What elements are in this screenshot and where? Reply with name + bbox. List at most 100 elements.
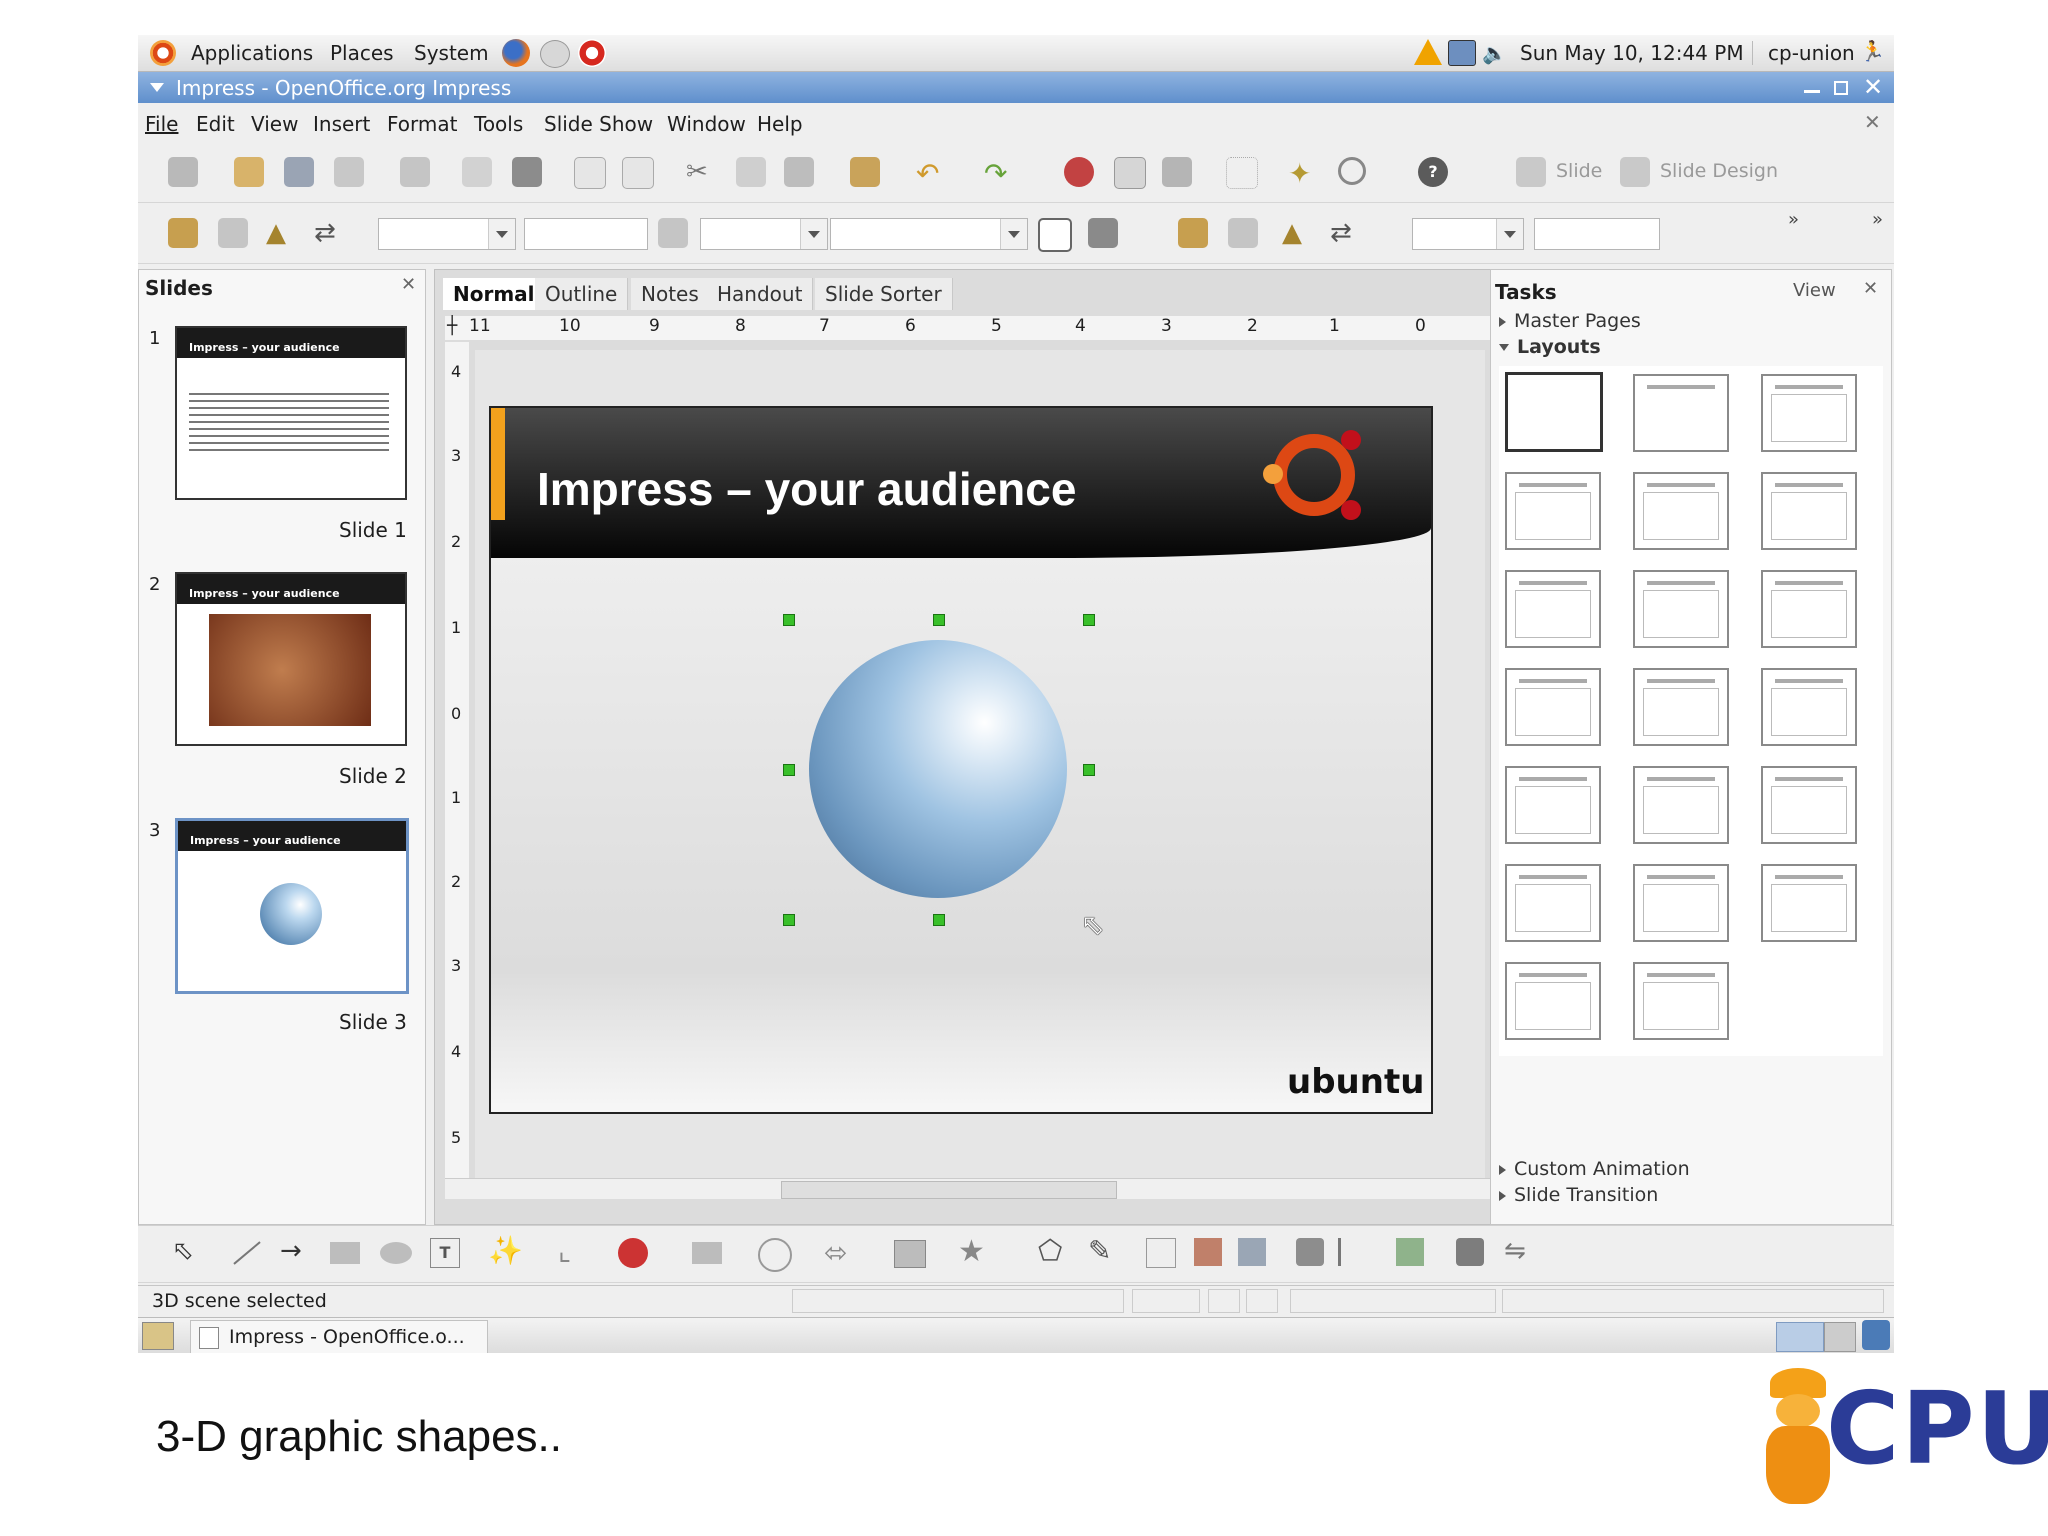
line-style-combo[interactable] [378,218,516,250]
line-color-icon[interactable] [658,218,688,248]
menu-view[interactable]: View [251,112,298,136]
rotate-icon[interactable] [1296,1238,1324,1266]
save-icon[interactable] [284,157,314,187]
arrow-style-icon[interactable]: ▲ [266,218,296,248]
network-icon[interactable] [1448,40,1476,66]
print-icon[interactable] [512,157,542,187]
arrow-style-icon-2[interactable]: ▲ [1282,218,1312,248]
edit-file-icon[interactable] [400,157,430,187]
tasks-pane-close-icon[interactable]: ✕ [1863,278,1878,299]
layout-text-image[interactable] [1633,668,1729,746]
styles-icon-2[interactable] [1178,218,1208,248]
image-icon[interactable] [1162,157,1192,187]
connector-icon[interactable]: ⌞ [558,1234,571,1267]
taskbar-window-button[interactable]: Impress - OpenOffice.o... [190,1320,488,1353]
layout-two-objects-over-text[interactable] [1761,864,1857,942]
ellipse-icon[interactable] [380,1242,412,1264]
horizontal-ruler[interactable]: ┼ 11 10 9 8 7 6 5 4 3 2 1 0 [445,316,1495,340]
chevron-down-icon[interactable] [800,219,827,249]
tasks-view-menu[interactable]: View [1793,280,1836,301]
selection-handle[interactable] [783,614,795,626]
basic-shapes-icon[interactable] [618,1238,648,1268]
workspace-switcher[interactable] [1776,1322,1824,1352]
chevron-down-icon[interactable] [488,219,515,249]
applications-menu[interactable]: Applications [191,41,313,65]
layout-chart[interactable] [1505,570,1601,648]
tab-outline[interactable]: Outline [535,278,629,310]
section-layouts[interactable]: Layouts [1499,336,1601,358]
toggle-extrusion-icon[interactable]: ⇋ [1504,1236,1526,1266]
open-icon[interactable] [234,157,264,187]
slide-thumbnail-selected[interactable]: Impress – your audience [175,818,409,994]
selection-handle[interactable] [1083,764,1095,776]
line-icon[interactable] [218,218,248,248]
slide-icon[interactable] [1516,157,1546,187]
select-arrow-icon[interactable]: ⬁ [172,1236,194,1266]
layout-chart-text[interactable] [1761,668,1857,746]
slide-design-icon[interactable] [1620,157,1650,187]
slide-button[interactable]: Slide [1556,160,1602,182]
chart-icon[interactable] [1064,157,1094,187]
ubuntu-menu-icon[interactable] [150,40,176,66]
table-icon[interactable] [1114,157,1146,189]
fontwork-icon[interactable] [1146,1238,1176,1268]
section-master-pages[interactable]: Master Pages [1499,310,1641,332]
menu-slide-show[interactable]: Slide Show [544,112,653,136]
slide-thumbnail[interactable]: Impress – your audience [175,326,407,500]
selection-handle[interactable] [783,914,795,926]
line-style-combo-2[interactable] [1412,218,1524,250]
line-width-spin[interactable] [524,218,648,250]
text-tool-icon[interactable]: T [430,1238,460,1268]
toolbar-overflow-icon-2[interactable]: » [1872,209,1883,230]
line-icon-2[interactable] [1228,218,1258,248]
extrusion-icon[interactable] [1456,1238,1484,1266]
help-lifebuoy-icon[interactable] [578,39,606,67]
selection-handle[interactable] [933,914,945,926]
selection-handle[interactable] [783,764,795,776]
from-file-icon[interactable] [1194,1238,1222,1266]
layout-blank[interactable] [1505,372,1603,452]
autospellcheck-icon[interactable] [622,157,654,189]
layout-title-slide[interactable] [1633,472,1729,550]
points-icon[interactable]: ⬠ [1038,1234,1062,1267]
layout-centered-text[interactable] [1761,472,1857,550]
layout-text-two-objects[interactable] [1633,766,1729,844]
layout-four-objects[interactable] [1633,962,1729,1040]
area-icon[interactable] [1088,218,1118,248]
close-icon[interactable]: ✕ [1863,73,1883,101]
trash-icon[interactable] [1862,1320,1890,1350]
menu-file[interactable]: File [145,112,178,136]
redo-icon[interactable]: ↷ [984,157,1014,190]
mail-icon[interactable] [540,40,570,68]
zoom-icon[interactable] [1338,157,1366,185]
show-desktop-icon[interactable] [142,1322,174,1350]
symbol-shapes-icon[interactable] [692,1242,722,1264]
cut-icon[interactable]: ✂ [686,157,716,187]
clock[interactable]: Sun May 10, 12:44 PM [1520,41,1744,65]
slide-thumbnail[interactable]: Impress – your audience [175,572,407,746]
menu-format[interactable]: Format [387,112,457,136]
area-style-combo[interactable] [830,218,1028,250]
tab-slide-sorter[interactable]: Slide Sorter [815,278,953,310]
section-slide-transition[interactable]: Slide Transition [1499,1184,1658,1206]
shadow-icon[interactable] [1038,218,1072,252]
menu-insert[interactable]: Insert [313,112,370,136]
line-color-combo[interactable] [700,218,828,250]
slide[interactable]: Impress – your audience ⬁ ubuntu [489,406,1433,1114]
slide-title[interactable]: Impress – your audience [537,462,1076,516]
chevron-down-icon[interactable] [1496,219,1523,249]
block-arrows-icon[interactable] [758,1238,792,1272]
layout-title-content[interactable] [1761,374,1857,452]
line-tool-icon[interactable] [233,1241,261,1265]
styles-icon[interactable] [168,218,198,248]
3d-sphere[interactable] [809,640,1067,898]
workspace-switcher-inactive[interactable] [1824,1322,1856,1352]
selection-handle[interactable] [933,614,945,626]
slide-design-button[interactable]: Slide Design [1660,160,1778,182]
layout-two-objects-text[interactable] [1633,864,1729,942]
places-menu[interactable]: Places [330,41,394,65]
layout-text-chart[interactable] [1505,668,1601,746]
menu-tools[interactable]: Tools [474,112,523,136]
slides-pane-close-icon[interactable]: ✕ [401,274,416,295]
layout-object-text[interactable] [1761,766,1857,844]
